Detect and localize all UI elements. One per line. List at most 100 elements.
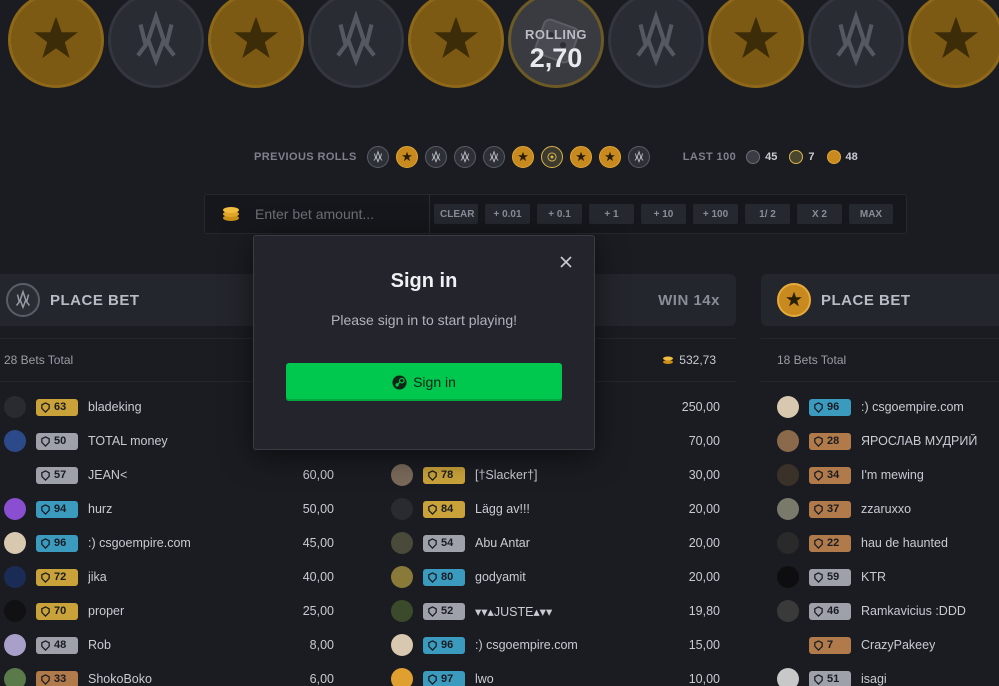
level-badge: 7 [809,636,851,654]
avatar [777,566,799,588]
avatar [777,430,799,452]
ct-wings-icon [636,10,676,67]
level-badge: 96 [423,636,465,654]
t-star-icon [604,151,615,162]
avatar [4,600,26,622]
bonus-total-amount-wrap: 532,73 [662,353,716,367]
ct-previous-roll [482,146,505,168]
username: Rob [88,638,111,652]
ct-previous-roll [453,146,476,168]
bet-row: 7 CrazyPakeey [773,628,999,662]
quick-bet-button[interactable]: + 1 [589,204,634,224]
level-badge: 70 [36,602,78,620]
modal-title: Sign in [390,270,458,292]
bet-amount: 30,00 [688,468,720,482]
bet-row: 57 JEAN< 60,00 [0,458,350,492]
sign-in-button[interactable]: Sign in [286,363,562,401]
level-shield-icon [428,469,437,481]
username: I'm mewing [861,468,924,482]
level-badge: 34 [809,466,851,484]
bet-amount-input[interactable] [255,199,425,229]
t-star-icon [517,151,528,162]
username: :) csgoempire.com [475,638,578,652]
username: jika [88,570,107,584]
quick-bet-button[interactable]: 1/ 2 [745,204,790,224]
avatar [391,464,413,486]
bet-amount: 40,00 [302,570,334,584]
t-previous-roll [569,146,592,168]
level-badge: 28 [809,432,851,450]
username: Ramkavicius :DDD [861,604,966,618]
level-value: 22 [827,537,840,549]
username: godyamit [475,570,526,584]
quick-bet-button[interactable]: + 0.1 [537,204,582,224]
bet-row: 96:) csgoempire.com 45,00 [0,526,350,560]
level-value: 70 [54,605,67,617]
close-icon[interactable] [558,254,574,270]
bet-amount: 15,00 [688,638,720,652]
username: CrazyPakeey [861,638,936,652]
ct-previous-roll [366,146,389,168]
level-shield-icon [428,571,437,583]
level-shield-icon [814,673,823,685]
t-roll-coin [708,0,804,88]
bet-bar: CLEAR + 0.01 + 0.1 + 1 + 10 + 100 1/ 2 X 2 MAX [204,194,907,234]
level-badge: 50 [36,432,78,450]
ct-wings-icon [836,10,876,67]
avatar [391,634,413,656]
username: ▾▾▴JUSTE▴▾▾ [475,604,553,619]
t-place-bet-header[interactable]: PLACE BET [761,274,999,326]
level-shield-icon [428,673,437,685]
level-badge: 63 [36,398,78,416]
level-shield-icon [41,469,50,481]
level-value: 54 [441,537,454,549]
level-shield-icon [41,503,50,515]
ct-place-bet-title: PLACE BET [50,291,140,309]
level-shield-icon [814,435,823,447]
level-badge: 96 [809,398,851,416]
level-shield-icon [41,605,50,617]
ct-wings-icon [489,150,499,163]
ct-wings-icon [136,10,176,67]
ct-roll-coin [308,0,404,88]
bet-row: 28 ЯРОСЛАВ МУДРИЙ [773,424,999,458]
level-shield-icon [41,537,50,549]
t-bet-list: 96:) csgoempire.com 28 ЯРОСЛАВ МУДРИЙ 34 I'm… [761,382,999,686]
username: KTR [861,570,886,584]
bet-row: 97 lwo 10,00 [387,662,736,686]
level-shield-icon [814,503,823,515]
level-value: 84 [441,503,454,515]
t-star-icon [434,16,478,59]
ct-wings-icon [373,150,383,163]
ct-roll-coin [808,0,904,88]
username: Abu Antar [475,536,530,550]
t-roll-coin [408,0,504,88]
bet-row: 52 ▾▾▴JUSTE▴▾▾ 19,80 [387,594,736,628]
t-count-icon [826,150,841,164]
level-shield-icon [41,571,50,583]
bet-amount: 70,00 [688,434,720,448]
level-value: 48 [54,639,67,651]
t-star-icon [734,16,778,59]
quick-bet-button[interactable]: CLEAR [434,204,478,224]
quick-bet-button[interactable]: MAX [849,204,893,224]
avatar [391,532,413,554]
level-value: 51 [827,673,840,685]
username: [†Slacker†] [475,468,538,482]
quick-bet-button[interactable]: + 100 [693,204,738,224]
quick-bet-button[interactable]: + 0.01 [485,204,530,224]
avatar [4,464,26,486]
avatar [4,566,26,588]
username: ShokoBoko [88,672,152,686]
level-badge: 46 [809,602,851,620]
bet-row: 78 [†Slacker†] 30,00 [387,458,736,492]
quick-bet-button[interactable]: X 2 [797,204,842,224]
level-badge: 80 [423,568,465,586]
level-badge: 57 [36,466,78,484]
roll-strip [0,0,999,110]
last-100-label: LAST 100 [682,151,737,163]
level-badge: 94 [36,500,78,518]
username: lwo [475,672,494,686]
quick-bet-button[interactable]: + 10 [641,204,686,224]
level-badge: 96 [36,534,78,552]
